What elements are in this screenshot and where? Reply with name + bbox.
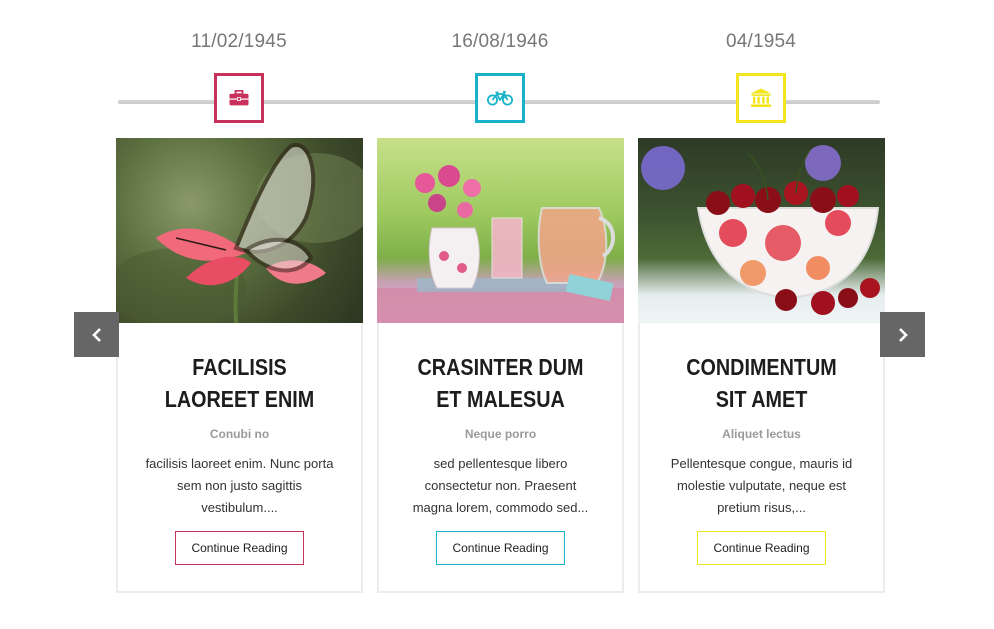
card-body: CRASINTER DUM ET MALESUA Neque porro sed…	[377, 323, 624, 593]
timeline-date-1: 11/02/1945	[191, 31, 287, 52]
chevron-left-icon	[91, 327, 101, 342]
card-title: FACILISIS LAOREET ENIM	[164, 354, 315, 412]
card-subtitle: Conubi no	[209, 427, 270, 441]
butterfly-photo	[116, 138, 363, 323]
timeline-marker-3[interactable]	[736, 73, 786, 123]
timeline-marker-1[interactable]	[214, 73, 264, 123]
card-subtitle: Aliquet lectus	[722, 427, 801, 441]
timeline-card-3: CONDIMENTUM SIT AMET Aliquet lectus Pell…	[638, 138, 885, 593]
card-excerpt: facilisis laoreet enim. Nunc porta sem n…	[145, 456, 334, 515]
card-body: CONDIMENTUM SIT AMET Aliquet lectus Pell…	[638, 323, 885, 593]
bicycle-icon	[487, 90, 513, 106]
bank-icon	[750, 88, 772, 107]
timeline-date-3: 04/1954	[725, 31, 797, 52]
card-excerpt: sed pellentesque libero consectetur non.…	[412, 456, 589, 515]
timeline-card-1: FACILISIS LAOREET ENIM Conubi no facilis…	[116, 138, 363, 593]
continue-reading-button[interactable]: Continue Reading	[697, 531, 826, 565]
cherries-photo	[638, 138, 885, 323]
timeline-card-2: CRASINTER DUM ET MALESUA Neque porro sed…	[377, 138, 624, 593]
prev-arrow-button[interactable]	[74, 312, 119, 357]
continue-reading-button[interactable]: Continue Reading	[175, 531, 304, 565]
timeline-marker-2[interactable]	[475, 73, 525, 123]
lemonade-photo	[377, 138, 624, 323]
chevron-right-icon	[898, 327, 908, 342]
next-arrow-button[interactable]	[880, 312, 925, 357]
card-title: CONDIMENTUM SIT AMET	[686, 354, 837, 412]
card-body: FACILISIS LAOREET ENIM Conubi no facilis…	[116, 323, 363, 593]
timeline-date-2: 16/08/1946	[451, 31, 549, 52]
continue-reading-button[interactable]: Continue Reading	[436, 531, 565, 565]
briefcase-icon	[229, 90, 249, 106]
card-excerpt: Pellentesque congue, mauris id molestie …	[670, 456, 853, 515]
card-subtitle: Neque porro	[464, 427, 537, 441]
card-title: CRASINTER DUM ET MALESUA	[417, 354, 584, 412]
